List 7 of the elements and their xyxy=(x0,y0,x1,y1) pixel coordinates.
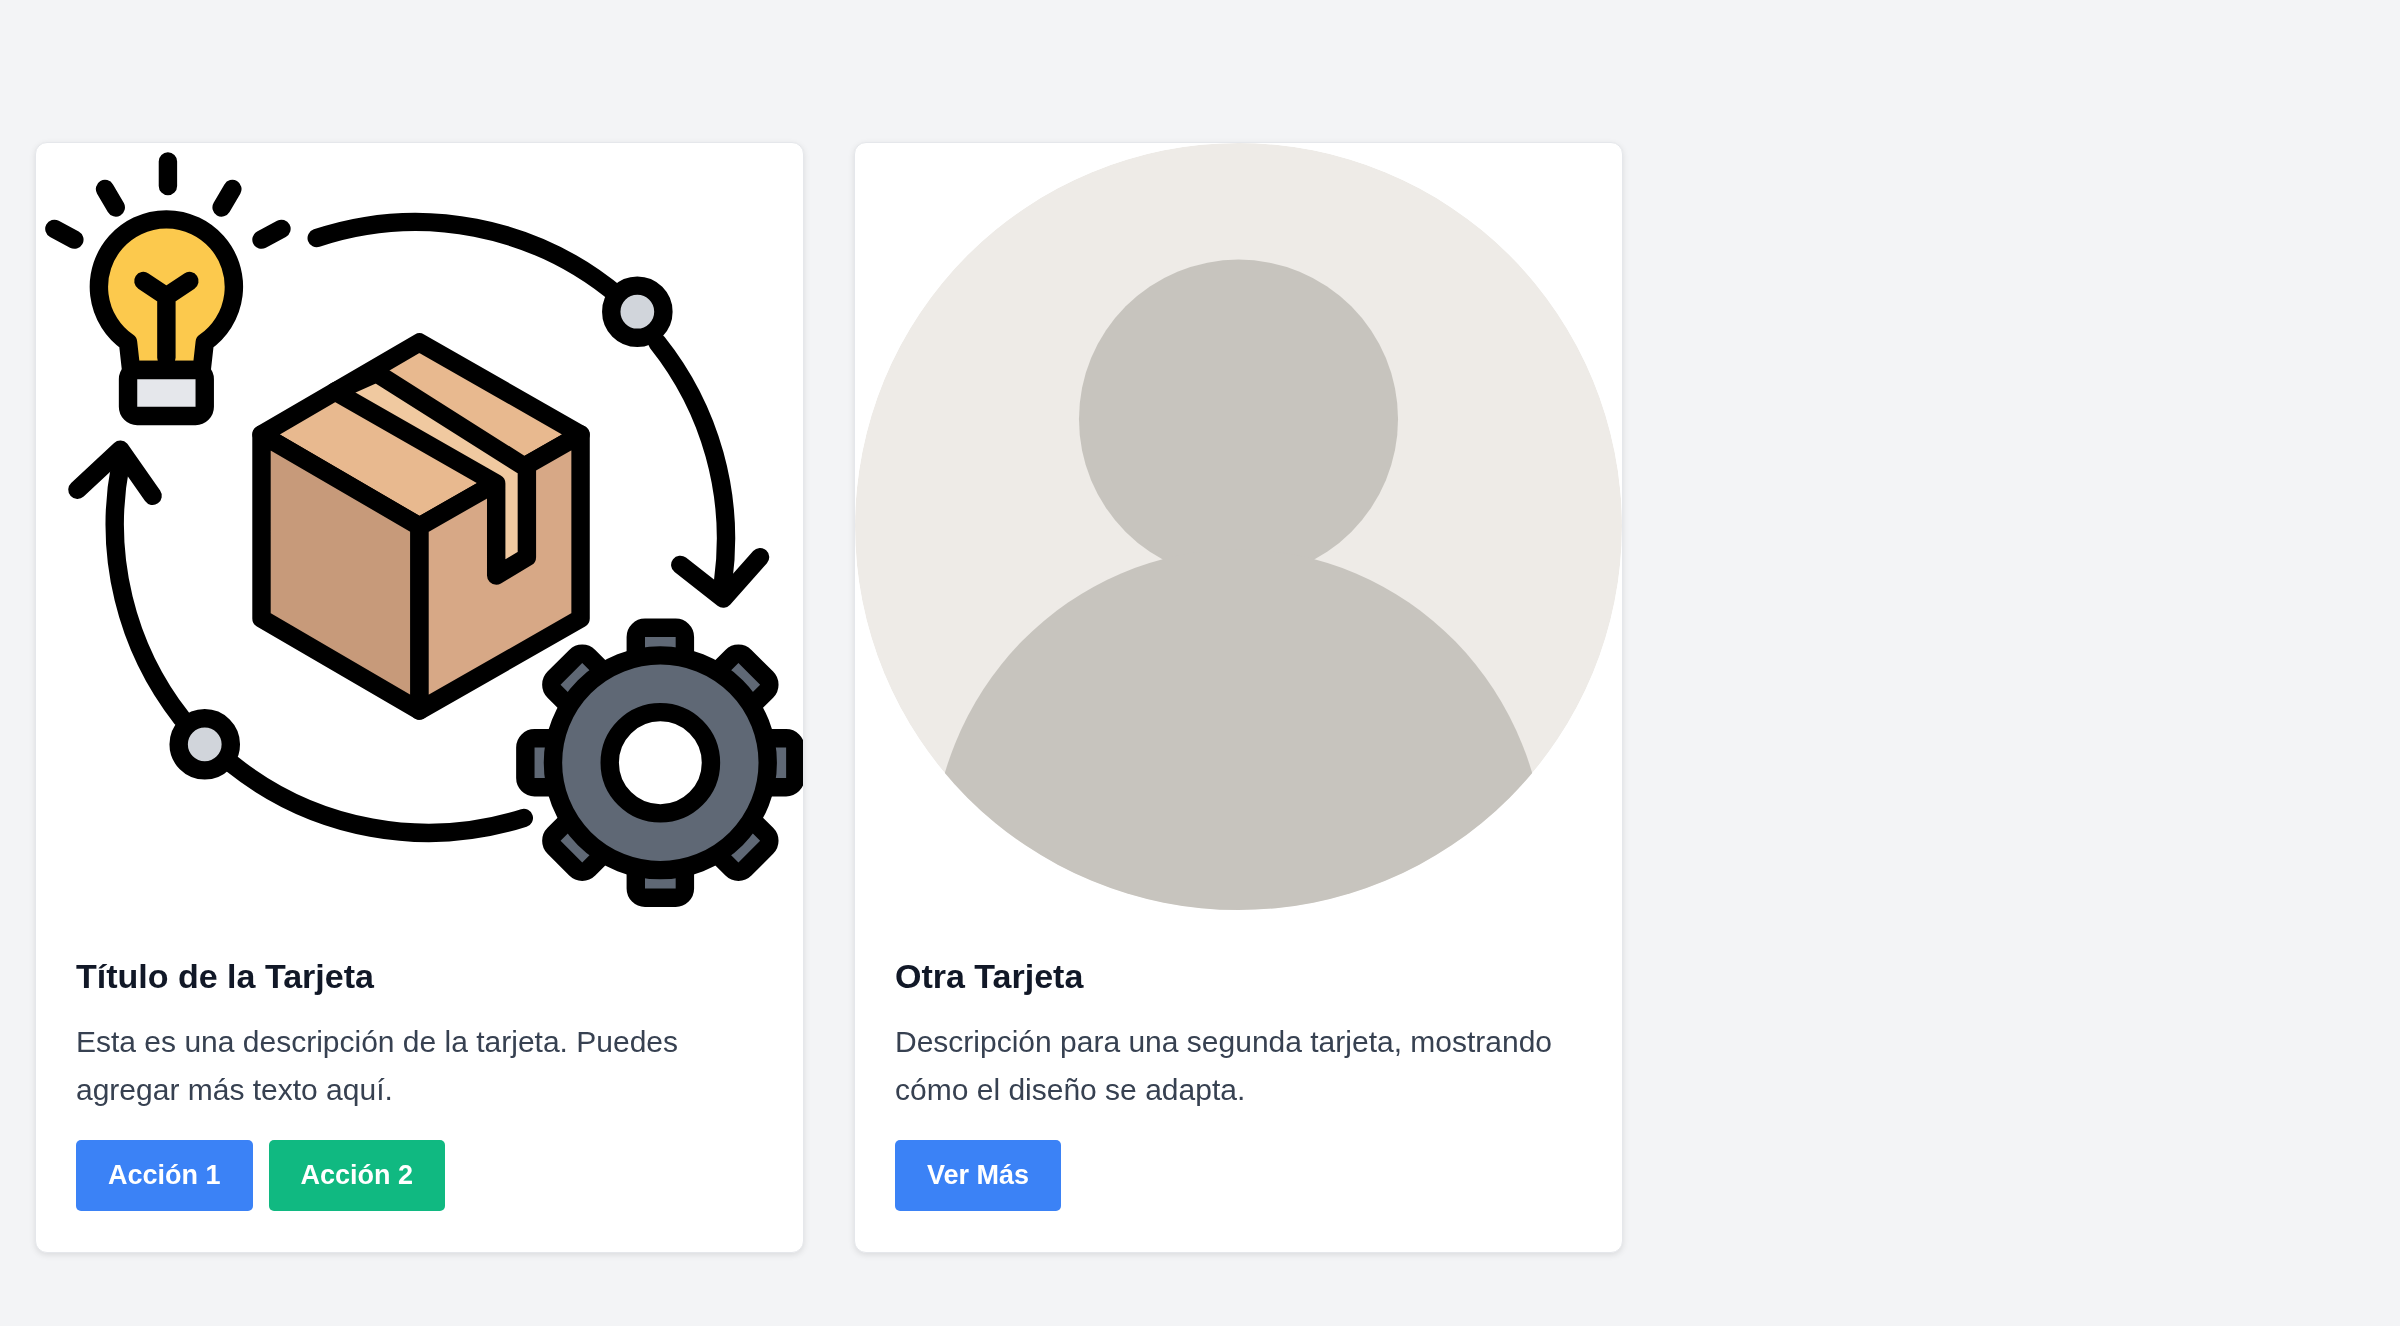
card-description: Esta es una descripción de la tarjeta. Puedes agregar más texto aquí. xyxy=(76,1024,680,1109)
card-title: Título de la Tarjeta xyxy=(76,956,375,997)
action-button[interactable]: Acción 2 xyxy=(268,1140,446,1212)
card-description: Descripción para una segunda tarjeta, mostrando cómo el diseño se adapta. xyxy=(895,1024,1554,1109)
action-button[interactable]: Ver Más xyxy=(895,1140,1062,1212)
action-button[interactable]: Acción 1 xyxy=(76,1140,253,1212)
card-title: Otra Tarjeta xyxy=(895,956,1085,997)
